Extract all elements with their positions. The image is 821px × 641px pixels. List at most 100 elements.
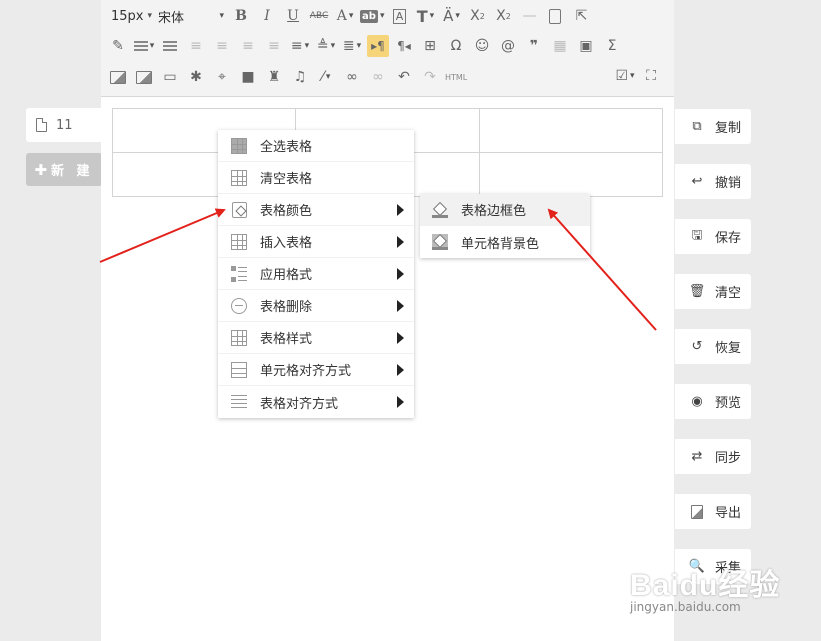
- highlight-icon[interactable]: ab: [360, 5, 384, 27]
- plus-icon: ✚: [34, 160, 48, 179]
- table-cell[interactable]: [478, 152, 664, 197]
- align-center-icon[interactable]: ≡: [211, 35, 233, 57]
- rtl-direction-icon[interactable]: ¶◂: [393, 35, 415, 57]
- action-label: 复制: [715, 121, 742, 136]
- save-button[interactable]: 🖫 保存: [675, 219, 751, 254]
- text-transform-icon[interactable]: Ä: [440, 5, 462, 27]
- map-pin-icon[interactable]: ⌖: [211, 66, 233, 88]
- table-align-icon: [230, 393, 248, 411]
- menu-item-label: 表格颜色: [260, 204, 313, 219]
- frame-icon[interactable]: ▭: [159, 66, 181, 88]
- save-icon: 🖫: [691, 227, 703, 243]
- align-justify-icon[interactable]: ≡: [263, 35, 285, 57]
- action-label: 导出: [715, 506, 742, 521]
- omega-icon[interactable]: Ω: [445, 35, 467, 57]
- float-icon[interactable]: ⊞: [419, 35, 441, 57]
- text-border-icon[interactable]: A: [388, 5, 410, 27]
- align-left-icon[interactable]: ≡: [185, 35, 207, 57]
- image-icon[interactable]: [107, 66, 129, 88]
- font-size-select[interactable]: 15px ▾: [111, 9, 152, 24]
- menu-item-table-color[interactable]: 表格颜色: [218, 194, 414, 226]
- clear-button[interactable]: 🗑 清空: [675, 274, 751, 309]
- paint-bucket-icon: [431, 201, 449, 219]
- doc-tab-label: 11: [56, 117, 73, 133]
- menu-item-delete-table[interactable]: 表格删除: [218, 290, 414, 322]
- sync-icon: ⇄: [691, 449, 703, 464]
- action-label: 恢复: [715, 341, 742, 356]
- unlink-icon[interactable]: ∞: [367, 66, 389, 88]
- submenu-arrow-icon: [397, 396, 404, 408]
- submenu-arrow-icon: [397, 332, 404, 344]
- preview-button[interactable]: ◉ 预览: [675, 384, 751, 419]
- redo-toolbar-icon[interactable]: ↷: [419, 66, 441, 88]
- paragraph-spacing-icon[interactable]: ≜: [315, 35, 337, 57]
- sync-button[interactable]: ⇄ 同步: [675, 439, 751, 474]
- trash-icon: 🗑: [688, 284, 706, 299]
- magic-wand-icon[interactable]: ⁄: [315, 66, 337, 88]
- undo-icon: ↩: [691, 174, 703, 189]
- new-page-icon[interactable]: [544, 5, 566, 27]
- music-icon[interactable]: ♫: [289, 66, 311, 88]
- ltr-direction-icon[interactable]: ▸¶: [367, 35, 389, 57]
- cell-align-icon: [230, 361, 248, 379]
- doc-tab[interactable]: 11: [26, 108, 102, 142]
- superscript-icon[interactable]: X2: [466, 5, 488, 27]
- html-source-icon[interactable]: HTML: [445, 66, 467, 88]
- table-cell[interactable]: [478, 108, 664, 153]
- underline-icon[interactable]: U: [282, 5, 304, 27]
- word-icon[interactable]: ▣: [575, 35, 597, 57]
- menu-item-insert-table[interactable]: 插入表格: [218, 226, 414, 258]
- undo-toolbar-icon[interactable]: ↶: [393, 66, 415, 88]
- bold-icon[interactable]: B: [230, 5, 252, 27]
- indent-icon[interactable]: [133, 35, 155, 57]
- emoji-icon[interactable]: ☺: [471, 35, 493, 57]
- eye-icon: ◉: [691, 394, 703, 409]
- menu-item-select-all-table[interactable]: 全选表格: [218, 130, 414, 162]
- table-color-icon: [230, 201, 248, 219]
- line-height-icon[interactable]: ≡: [289, 35, 311, 57]
- table-icon[interactable]: ▦: [549, 35, 571, 57]
- image-gallery-icon[interactable]: [133, 66, 155, 88]
- menu-item-table-style[interactable]: 表格样式: [218, 322, 414, 354]
- format-brush-icon[interactable]: ♜: [263, 66, 285, 88]
- menu-item-table-alignment[interactable]: 表格对齐方式: [218, 386, 414, 418]
- menu-item-cell-background-color[interactable]: 单元格背景色: [420, 226, 590, 258]
- video-icon[interactable]: ■: [237, 66, 259, 88]
- export-button[interactable]: 导出: [675, 494, 751, 529]
- sigma-icon[interactable]: Σ: [601, 35, 623, 57]
- edit-icon[interactable]: ⇱: [570, 5, 592, 27]
- watermark-brand: Baidu经验: [630, 569, 781, 602]
- palette-icon[interactable]: ✱: [185, 66, 207, 88]
- new-document-button[interactable]: ✚ 新 建: [26, 153, 102, 186]
- align-right-icon[interactable]: ≡: [237, 35, 259, 57]
- italic-icon[interactable]: I: [256, 5, 278, 27]
- menu-item-apply-format[interactable]: 应用格式: [218, 258, 414, 290]
- template-icon[interactable]: ☑: [614, 65, 636, 87]
- list-icon[interactable]: ≣: [341, 35, 363, 57]
- outdent-icon[interactable]: [159, 35, 181, 57]
- menu-item-cell-alignment[interactable]: 单元格对齐方式: [218, 354, 414, 386]
- eraser-icon[interactable]: ✎: [107, 35, 129, 57]
- table-style-icon: [230, 329, 248, 347]
- horizontal-rule-icon[interactable]: —: [518, 5, 540, 27]
- copy-button[interactable]: ⧉ 复制: [675, 109, 751, 144]
- font-color-icon[interactable]: A: [334, 5, 356, 27]
- table-context-menu: 全选表格 清空表格 表格颜色 插入表格 应用格式 表格删除 表格样式 单元格对齐…: [218, 130, 414, 418]
- subscript-icon[interactable]: X2: [492, 5, 514, 27]
- text-size-icon[interactable]: T: [414, 5, 436, 27]
- font-family-select[interactable]: 宋体 ▾: [158, 7, 224, 26]
- file-icon: [36, 118, 47, 132]
- undo-button[interactable]: ↩ 撤销: [675, 164, 751, 199]
- strikethrough-icon[interactable]: ABC: [308, 5, 330, 27]
- quote-icon[interactable]: ❞: [523, 35, 545, 57]
- submenu-arrow-icon: [397, 364, 404, 376]
- menu-item-table-border-color[interactable]: 表格边框色: [420, 194, 590, 226]
- link-icon[interactable]: ∞: [341, 66, 363, 88]
- menu-item-clear-table[interactable]: 清空表格: [218, 162, 414, 194]
- fullscreen-icon[interactable]: ⛶: [640, 65, 662, 87]
- table-clear-icon: [230, 169, 248, 187]
- menu-item-label: 表格边框色: [461, 204, 527, 219]
- restore-button[interactable]: ↺ 恢复: [675, 329, 751, 364]
- search-replace-icon[interactable]: @: [497, 35, 519, 57]
- font-size-value: 15px: [111, 8, 144, 24]
